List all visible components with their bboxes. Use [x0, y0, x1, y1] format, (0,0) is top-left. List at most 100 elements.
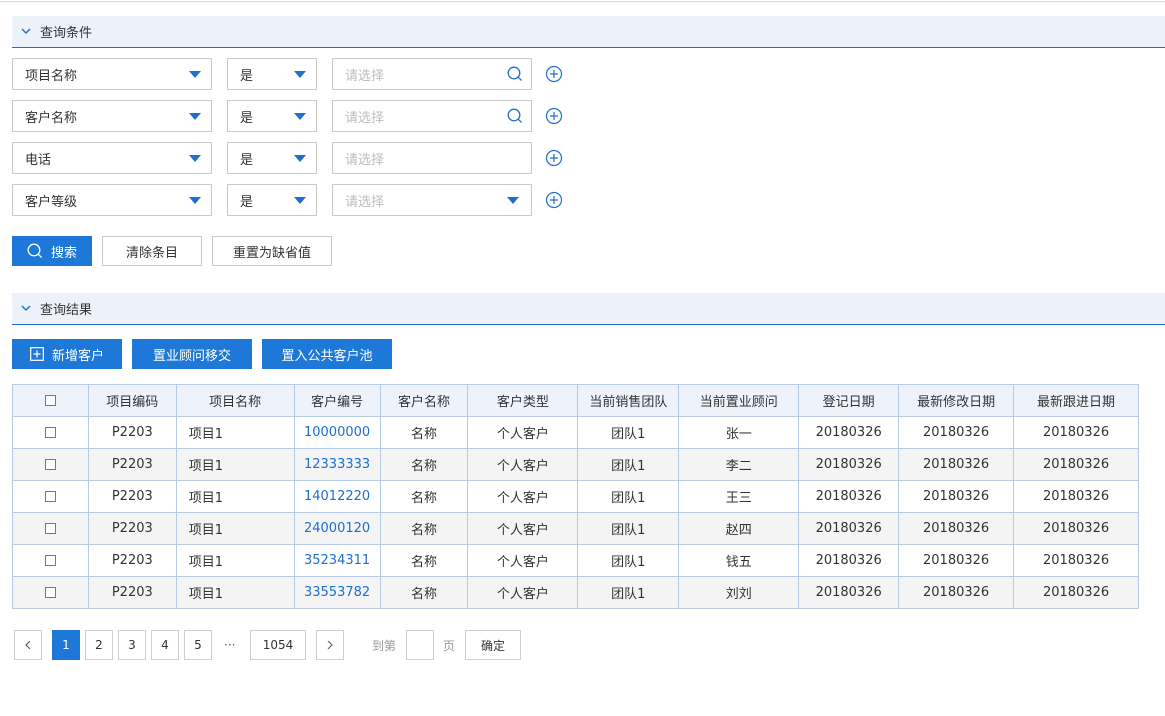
add-condition-icon[interactable] [545, 149, 563, 167]
row-checkbox-cell[interactable] [12, 512, 89, 545]
public-pool-button[interactable]: 置入公共客户池 [262, 339, 392, 369]
row-checkbox[interactable] [44, 523, 56, 534]
customer-number-link[interactable]: 10000000 [293, 416, 381, 449]
page-button[interactable]: 3 [118, 630, 146, 660]
register-date-cell: 20180326 [798, 544, 900, 577]
filter-field-select[interactable]: 项目名称 [12, 58, 212, 90]
filter-value-input[interactable]: 请选择 [332, 100, 532, 132]
chevron-right-icon [327, 640, 333, 650]
column-header[interactable]: 项目名称 [175, 384, 295, 417]
pagination-ellipsis: ··· [224, 638, 236, 652]
project-name-cell: 项目1 [175, 544, 295, 577]
add-condition-icon[interactable] [545, 107, 563, 125]
select-all-checkbox[interactable] [44, 395, 56, 406]
search-button-label: 搜索 [50, 245, 77, 261]
column-header[interactable]: 最新跟进日期 [1013, 384, 1139, 417]
project-name-cell: 项目1 [175, 480, 295, 513]
caret-down-icon [294, 113, 306, 120]
table-row[interactable]: P2203 项目1 35234311 名称 个人客户 团队1 钱五 201803… [12, 544, 1139, 577]
column-header[interactable]: 项目编码 [87, 384, 177, 417]
chevron-down-icon[interactable] [12, 28, 40, 35]
goto-page-input[interactable] [406, 630, 434, 660]
column-header[interactable]: 最新修改日期 [898, 384, 1015, 417]
search-icon[interactable] [507, 108, 523, 124]
customer-number-link[interactable]: 24000120 [293, 512, 381, 545]
chevron-down-icon[interactable] [12, 305, 40, 312]
sales-team-cell: 团队1 [577, 576, 680, 609]
caret-down-icon [189, 155, 201, 162]
page-button-last[interactable]: 1054 [250, 630, 306, 660]
consultant-cell: 张一 [678, 416, 800, 449]
table-row[interactable]: P2203 项目1 14012220 名称 个人客户 团队1 王三 201803… [12, 480, 1139, 513]
add-condition-icon[interactable] [545, 65, 563, 83]
filter-operator-select[interactable]: 是 [227, 100, 317, 132]
filter-value-input[interactable]: 请选择 [332, 58, 532, 90]
next-page-button[interactable] [316, 630, 344, 660]
register-date-cell: 20180326 [798, 512, 900, 545]
column-header[interactable]: 客户名称 [379, 384, 469, 417]
page-button[interactable]: 2 [85, 630, 113, 660]
add-condition-icon[interactable] [545, 191, 563, 209]
result-section-title: 查询结果 [40, 303, 93, 318]
filter-value-input[interactable]: 请选择 [332, 142, 532, 174]
filter-field-select[interactable]: 客户等级 [12, 184, 212, 216]
page-number: 1054 [262, 638, 294, 652]
caret-down-icon [294, 71, 306, 78]
clear-button[interactable]: 清除条目 [102, 236, 202, 266]
result-section-header[interactable]: 查询结果 [12, 293, 1165, 325]
table-header-row: 项目编码 项目名称 客户编号 客户名称 客户类型 当前销售团队 当前置业顾问 登… [12, 384, 1139, 417]
row-checkbox[interactable] [44, 491, 56, 502]
add-customer-button[interactable]: 新增客户 [12, 339, 122, 369]
transfer-consultant-button[interactable]: 置业顾问移交 [132, 339, 252, 369]
filter-operator-select[interactable]: 是 [227, 58, 317, 90]
table-row[interactable]: P2203 项目1 24000120 名称 个人客户 团队1 赵四 201803… [12, 512, 1139, 545]
customer-type-cell: 个人客户 [467, 576, 579, 609]
column-header[interactable]: 登记日期 [798, 384, 900, 417]
row-checkbox[interactable] [44, 459, 56, 470]
column-header[interactable]: 当前销售团队 [577, 384, 680, 417]
prev-page-button[interactable] [14, 630, 42, 660]
column-header[interactable]: 当前置业顾问 [678, 384, 800, 417]
filter-field-value: 项目名称 [25, 68, 78, 84]
filter-operator-select[interactable]: 是 [227, 184, 317, 216]
sales-team-cell: 团队1 [577, 480, 680, 513]
page-number: 2 [95, 638, 103, 652]
reset-button[interactable]: 重置为缺省值 [212, 236, 332, 266]
table-row[interactable]: P2203 项目1 10000000 名称 个人客户 团队1 张一 201803… [12, 416, 1139, 449]
column-header[interactable]: 客户编号 [293, 384, 381, 417]
filter-operator-value: 是 [240, 110, 254, 126]
filter-placeholder: 请选择 [345, 194, 385, 210]
page-button-current[interactable]: 1 [52, 630, 80, 660]
customer-number-link[interactable]: 12333333 [293, 448, 381, 481]
column-header[interactable]: 客户类型 [467, 384, 579, 417]
filter-operator-select[interactable]: 是 [227, 142, 317, 174]
search-button[interactable]: 搜索 [12, 236, 92, 266]
goto-confirm-button[interactable]: 确定 [465, 630, 521, 660]
search-icon[interactable] [507, 66, 523, 82]
filter-field-select[interactable]: 客户名称 [12, 100, 212, 132]
row-checkbox-cell[interactable] [12, 416, 89, 449]
caret-down-icon [507, 197, 519, 204]
filter-field-select[interactable]: 电话 [12, 142, 212, 174]
page-button[interactable]: 4 [151, 630, 179, 660]
customer-number-link[interactable]: 33553782 [293, 576, 381, 609]
query-section-header[interactable]: 查询条件 [12, 16, 1165, 48]
customer-type-cell: 个人客户 [467, 544, 579, 577]
row-checkbox[interactable] [44, 427, 56, 438]
table-row[interactable]: P2203 项目1 12333333 名称 个人客户 团队1 李二 201803… [12, 448, 1139, 481]
page-button[interactable]: 5 [184, 630, 212, 660]
row-checkbox[interactable] [44, 555, 56, 566]
table-row[interactable]: P2203 项目1 33553782 名称 个人客户 团队1 刘刘 201803… [12, 576, 1139, 609]
customer-number-link[interactable]: 35234311 [293, 544, 381, 577]
row-checkbox-cell[interactable] [12, 480, 89, 513]
select-all-checkbox-cell[interactable] [12, 384, 89, 417]
filter-value-dropdown[interactable]: 请选择 [332, 184, 532, 216]
row-checkbox-cell[interactable] [12, 448, 89, 481]
project-name-cell: 项目1 [175, 416, 295, 449]
customer-number-link[interactable]: 14012220 [293, 480, 381, 513]
register-date-cell: 20180326 [798, 448, 900, 481]
row-checkbox-cell[interactable] [12, 576, 89, 609]
row-checkbox[interactable] [44, 587, 56, 598]
row-checkbox-cell[interactable] [12, 544, 89, 577]
customer-type-cell: 个人客户 [467, 480, 579, 513]
